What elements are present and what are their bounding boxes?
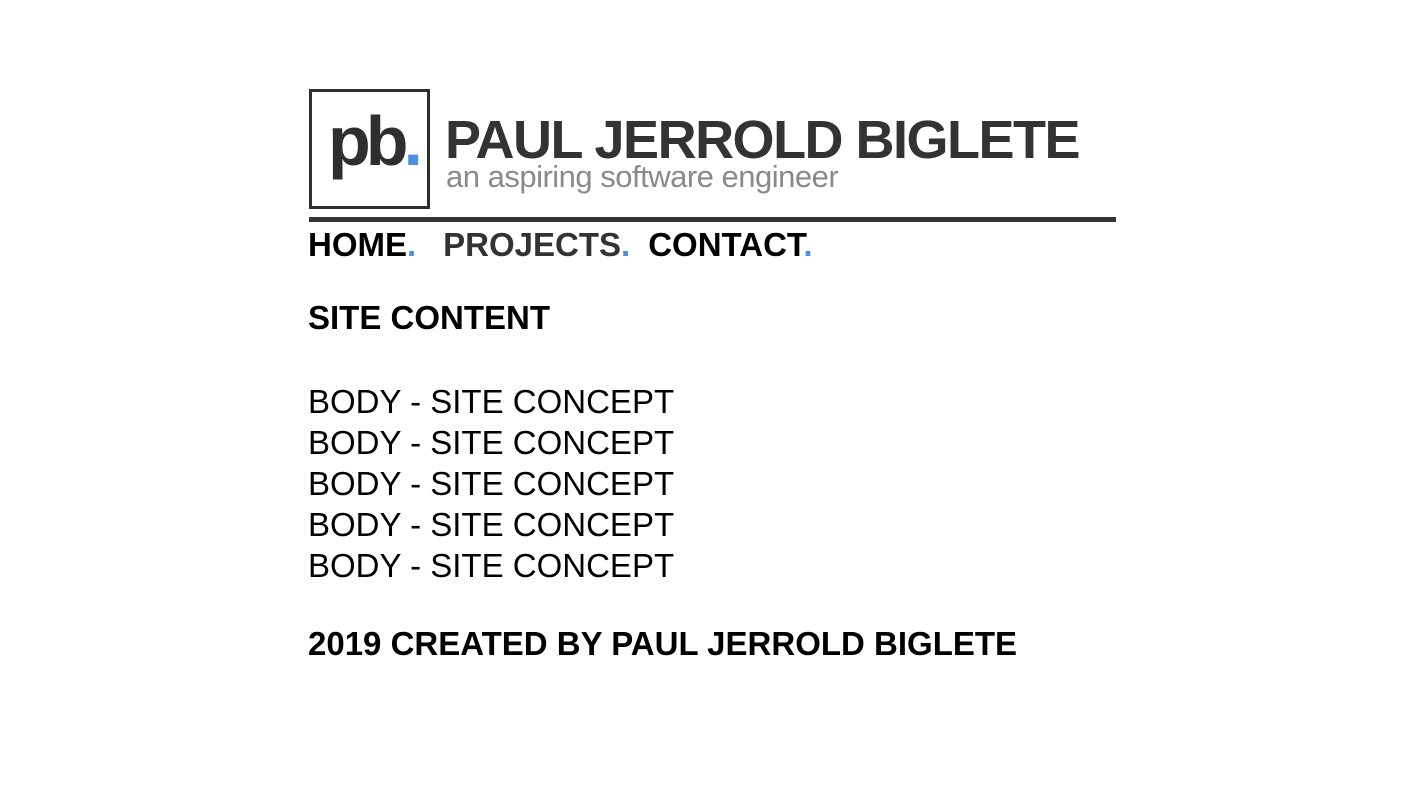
nav-item-label: HOME bbox=[308, 226, 407, 263]
site-tagline: an aspiring software engineer bbox=[446, 159, 839, 194]
logo-dot: . bbox=[403, 102, 424, 180]
body-line: BODY - SITE CONCEPT bbox=[308, 506, 675, 543]
body-line: BODY - SITE CONCEPT bbox=[308, 383, 675, 420]
nav-item-projects[interactable]: PROJECTS. bbox=[443, 228, 630, 261]
nav-item-label: CONTACT bbox=[648, 226, 804, 263]
logo-mark: pb. bbox=[328, 106, 423, 176]
page: pb. PAUL JERROLD BIGLETE an aspiring sof… bbox=[0, 0, 1425, 802]
main-nav: HOME. PROJECTS. CONTACT. bbox=[308, 228, 813, 268]
nav-item-dot: . bbox=[621, 226, 631, 263]
logo[interactable]: pb. bbox=[309, 89, 430, 209]
site-footer: 2019 CREATED BY PAUL JERROLD BIGLETE bbox=[308, 625, 1018, 662]
body-content: BODY - SITE CONCEPT BODY - SITE CONCEPT … bbox=[308, 381, 674, 586]
nav-item-dot: . bbox=[407, 226, 417, 263]
body-line: BODY - SITE CONCEPT bbox=[308, 547, 675, 584]
site-header: pb. PAUL JERROLD BIGLETE an aspiring sof… bbox=[309, 89, 1116, 210]
body-line: BODY - SITE CONCEPT bbox=[308, 424, 675, 461]
logo-letters: pb bbox=[328, 102, 409, 180]
section-title: SITE CONTENT bbox=[308, 299, 551, 336]
nav-item-home[interactable]: HOME. bbox=[308, 228, 416, 261]
nav-item-dot: . bbox=[803, 226, 813, 263]
body-line: BODY - SITE CONCEPT bbox=[308, 465, 675, 502]
header-divider bbox=[309, 217, 1116, 222]
nav-item-contact[interactable]: CONTACT. bbox=[648, 228, 812, 261]
nav-item-label: PROJECTS bbox=[443, 226, 622, 263]
